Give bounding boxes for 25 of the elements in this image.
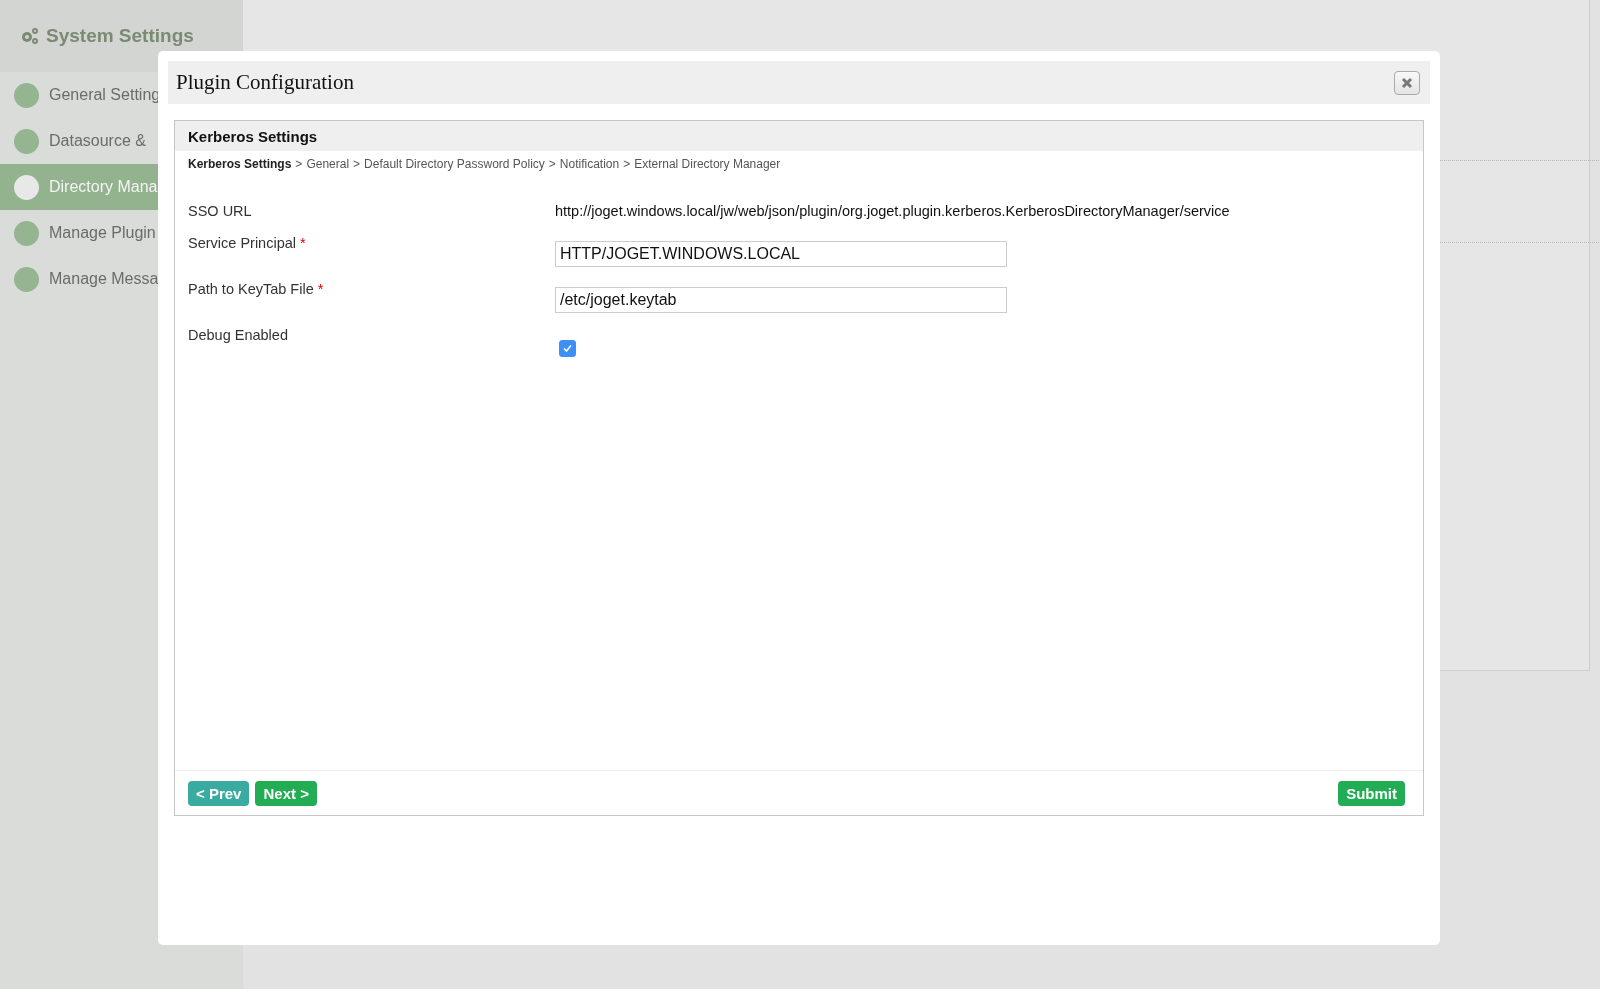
- prev-button[interactable]: < Prev: [188, 780, 250, 806]
- breadcrumb-separator: >: [548, 157, 556, 171]
- breadcrumb-separator: >: [295, 157, 303, 171]
- field-label: Service Principal *: [188, 234, 307, 251]
- next-button[interactable]: Next >: [255, 780, 317, 806]
- breadcrumb-separator: >: [353, 157, 361, 171]
- panel-title: Kerberos Settings: [175, 121, 1423, 151]
- field-label: Debug Enabled: [188, 326, 289, 343]
- close-icon: [1401, 76, 1413, 89]
- close-button[interactable]: [1394, 70, 1420, 95]
- checkmark-icon: [562, 342, 573, 354]
- breadcrumb-item[interactable]: Notification: [559, 157, 620, 171]
- field-label: Path to KeyTab File *: [188, 280, 325, 297]
- breadcrumb-item[interactable]: Default Directory Password Policy: [364, 157, 545, 171]
- gears-icon: [20, 27, 40, 45]
- dialog-title: Plugin Configuration: [176, 70, 354, 95]
- sso-url-value: http://joget.windows.local/jw/web/json/plugin/org.joget.plugin.kerberos.KerberosDirectoryManager/service: [555, 203, 1230, 219]
- breadcrumb-separator: >: [623, 157, 631, 171]
- breadcrumb-item[interactable]: External Directory Manager: [634, 157, 781, 171]
- input-field[interactable]: /etc/joget.keytab: [555, 287, 1007, 313]
- checkbox[interactable]: [559, 339, 576, 357]
- sidebar-title: System Settings: [46, 25, 194, 47]
- breadcrumb-item[interactable]: General: [306, 157, 350, 171]
- input-field[interactable]: HTTP/JOGET.WINDOWS.LOCAL: [555, 241, 1007, 267]
- submit-button[interactable]: Submit: [1338, 780, 1405, 806]
